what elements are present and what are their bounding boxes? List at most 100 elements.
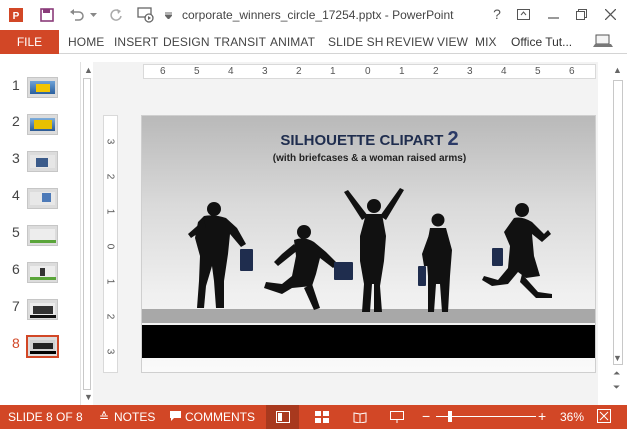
current-slide[interactable]: SILHOUETTE CLIPART 2 (with briefcases & … <box>141 115 596 373</box>
scroll-up-icon[interactable]: ▲ <box>613 65 622 75</box>
ruler-h-label: 6 <box>160 66 166 77</box>
notes-button[interactable]: NOTES <box>114 410 155 424</box>
slide-number-5: 5 <box>12 224 20 240</box>
slide-thumbnail-4[interactable] <box>27 188 58 209</box>
ribbon-display-icon[interactable] <box>510 2 536 26</box>
ruler-h-label: 2 <box>433 66 439 77</box>
slide-number-7: 7 <box>12 298 20 314</box>
silhouette-woman-raised-arms-icon <box>344 188 404 312</box>
tab-insert[interactable]: INSERT <box>114 35 158 49</box>
slide-sorter-icon[interactable] <box>305 405 338 429</box>
ribbon-tabs: FILE HOME INSERT DESIGN TRANSIT ANIMAT S… <box>0 30 627 54</box>
normal-view-icon[interactable] <box>266 405 299 429</box>
ruler-h-label: 1 <box>330 66 336 77</box>
ruler-h-label: 4 <box>228 66 234 77</box>
ruler-v-label: 2 <box>104 313 116 320</box>
ruler-h-label: 1 <box>399 66 405 77</box>
slide-scrollbar[interactable]: ▲ ▼ ⏶ ⏷ <box>610 62 627 405</box>
tab-home[interactable]: HOME <box>68 35 104 49</box>
scroll-down-icon[interactable]: ▼ <box>613 353 622 363</box>
tab-mix[interactable]: MIX <box>475 35 497 49</box>
slide-number-3: 3 <box>12 150 20 166</box>
svg-text:P: P <box>13 11 20 22</box>
silhouette-running-woman-icon <box>482 203 552 298</box>
thumbnails-scrollbar[interactable]: ▲ ▼ <box>80 62 93 405</box>
ruler-h-label: 6 <box>569 66 575 77</box>
silhouette-running-man-icon <box>264 225 353 310</box>
next-slide-icon[interactable]: ⏷ <box>613 382 620 393</box>
ruler-h-label: 0 <box>365 66 371 77</box>
slide-number-4: 4 <box>12 187 20 203</box>
comments-icon[interactable] <box>169 410 182 425</box>
tab-slide-show[interactable]: SLIDE SH <box>328 35 384 49</box>
silhouette-woman-briefcase-icon <box>418 213 452 312</box>
tab-review[interactable]: REVIEW <box>386 35 434 49</box>
window-title: corporate_winners_circle_17254.pptx - Po… <box>182 8 454 22</box>
scroll-down-icon[interactable]: ▼ <box>84 392 93 402</box>
silhouette-clipart[interactable] <box>142 116 596 326</box>
slide-thumbnail-7[interactable] <box>27 299 58 320</box>
silhouette-man-briefcase-1-icon <box>188 202 253 308</box>
slide-number-6: 6 <box>12 261 20 277</box>
undo-icon[interactable] <box>66 4 88 26</box>
ruler-h-label: 2 <box>296 66 302 77</box>
reading-view-icon[interactable] <box>343 405 376 429</box>
tab-animations[interactable]: ANIMAT <box>270 35 315 49</box>
ruler-v-label: 3 <box>104 138 116 145</box>
slide-number-8: 8 <box>12 335 20 351</box>
slide-show-icon[interactable] <box>380 405 413 429</box>
notes-icon[interactable]: ≙ <box>99 410 109 424</box>
slide-thumbnail-6[interactable] <box>27 262 58 283</box>
scroll-up-icon[interactable]: ▲ <box>84 65 93 75</box>
ruler-h-label: 5 <box>194 66 200 77</box>
slide-thumbnail-1[interactable] <box>27 77 58 98</box>
ruler-h-label: 3 <box>262 66 268 77</box>
ruler-v-label: 2 <box>104 173 116 180</box>
zoom-slider-thumb[interactable] <box>448 411 453 422</box>
tab-view[interactable]: VIEW <box>437 35 468 49</box>
help-button[interactable]: ? <box>484 2 510 26</box>
slide-thumbnail-2[interactable] <box>27 114 58 135</box>
previous-slide-icon[interactable]: ⏶ <box>613 368 620 379</box>
slide-thumbnail-3[interactable] <box>27 151 58 172</box>
zoom-out-button[interactable]: − <box>422 408 430 424</box>
vertical-ruler: 3 2 1 0 1 2 3 <box>103 115 118 373</box>
tab-transitions[interactable]: TRANSIT <box>214 35 266 49</box>
zoom-in-button[interactable]: + <box>538 408 546 424</box>
comments-button[interactable]: COMMENTS <box>185 410 255 424</box>
slide-number-1: 1 <box>12 77 20 93</box>
slide-number-2: 2 <box>12 113 20 129</box>
fit-to-window-icon[interactable] <box>597 409 611 426</box>
ruler-v-label: 3 <box>104 348 116 355</box>
slide-scroll-thumb[interactable] <box>613 80 623 365</box>
redo-icon[interactable] <box>106 4 126 26</box>
slide-black-band <box>142 325 595 358</box>
ruler-v-label: 0 <box>104 243 116 250</box>
close-icon[interactable] <box>597 2 623 26</box>
ruler-h-label: 5 <box>535 66 541 77</box>
customize-qat-icon[interactable] <box>163 4 173 26</box>
slide-thumbnails-pane: 1 2 3 4 5 6 7 8 <box>0 55 80 405</box>
title-bar: P corporate_winners_circle_17254.pptx - … <box>0 0 627 30</box>
save-icon[interactable] <box>37 4 57 26</box>
slide-indicator[interactable]: SLIDE 8 OF 8 <box>8 410 83 424</box>
thumbnails-scroll-thumb[interactable] <box>83 78 91 390</box>
start-from-beginning-icon[interactable] <box>135 4 157 26</box>
ruler-v-label: 1 <box>104 208 116 215</box>
slide-thumbnail-8[interactable] <box>26 335 59 358</box>
tab-design[interactable]: DESIGN <box>163 35 210 49</box>
powerpoint-icon[interactable]: P <box>6 4 26 26</box>
ruler-h-label: 3 <box>467 66 473 77</box>
ruler-v-label: 1 <box>104 278 116 285</box>
status-bar: SLIDE 8 OF 8 ≙ NOTES COMMENTS − + 36% <box>0 405 627 429</box>
slide-thumbnail-5[interactable] <box>27 225 58 246</box>
undo-dropdown-icon[interactable] <box>88 4 98 26</box>
account-name[interactable]: Office Tut... <box>511 35 572 49</box>
minimize-icon[interactable] <box>540 2 566 26</box>
tab-file[interactable]: FILE <box>0 30 59 54</box>
account-laptop-icon[interactable] <box>592 32 614 52</box>
zoom-level[interactable]: 36% <box>560 410 584 424</box>
horizontal-ruler: 6 5 4 3 2 1 0 1 2 3 4 5 6 <box>143 64 596 79</box>
ruler-h-label: 4 <box>501 66 507 77</box>
restore-icon[interactable] <box>568 2 594 26</box>
